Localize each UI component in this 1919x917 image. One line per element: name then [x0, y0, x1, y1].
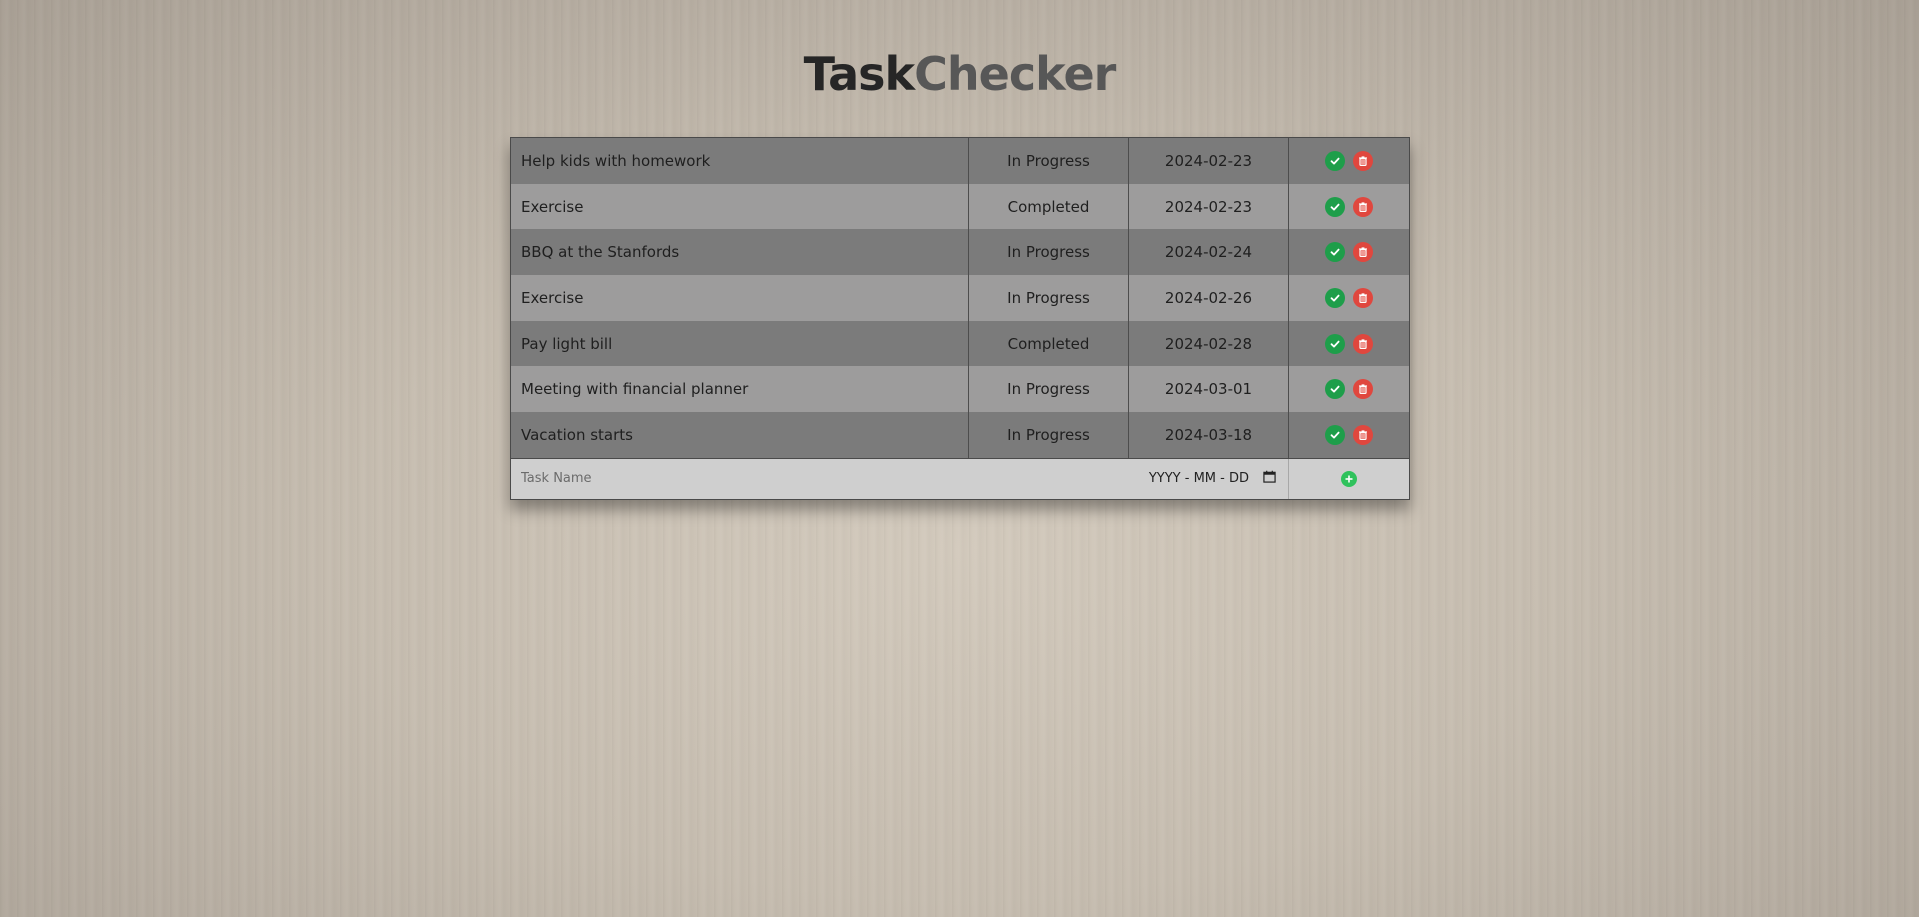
complete-task-button[interactable]: [1325, 196, 1345, 217]
task-actions: [1289, 412, 1409, 458]
task-name: Pay light bill: [511, 320, 969, 367]
delete-task-button[interactable]: [1353, 150, 1373, 171]
task-status: Completed: [969, 183, 1129, 230]
check-circle-icon: [1330, 157, 1340, 165]
task-date: 2024-02-28: [1129, 320, 1289, 367]
complete-task-button[interactable]: [1325, 333, 1345, 354]
task-row: Exercise Completed 2024-02-23: [511, 183, 1409, 230]
complete-task-button[interactable]: [1325, 424, 1345, 445]
task-date: 2024-03-18: [1129, 412, 1289, 458]
task-actions: [1289, 321, 1409, 367]
task-name: Exercise: [511, 275, 969, 321]
complete-task-button[interactable]: [1325, 379, 1345, 400]
trash-icon: [1359, 384, 1367, 395]
task-date: 2024-02-23: [1129, 138, 1289, 184]
task-actions: [1289, 229, 1409, 275]
task-status: In Progress: [969, 138, 1129, 184]
task-name: Exercise: [511, 183, 969, 230]
delete-task-button[interactable]: [1353, 287, 1373, 308]
delete-task-button[interactable]: [1353, 424, 1373, 445]
task-date: 2024-03-01: [1129, 366, 1289, 413]
task-name: Vacation starts: [511, 412, 969, 458]
delete-task-button[interactable]: [1353, 379, 1373, 400]
task-table: Help kids with homework In Progress 2024…: [510, 137, 1410, 500]
task-status: In Progress: [969, 275, 1129, 321]
task-rows: Help kids with homework In Progress 2024…: [511, 138, 1409, 458]
delete-task-button[interactable]: [1353, 242, 1373, 263]
check-circle-icon: [1330, 431, 1340, 439]
complete-task-button[interactable]: [1325, 242, 1345, 263]
app-title-part1: Task: [803, 47, 915, 101]
trash-icon: [1359, 293, 1367, 303]
task-status: In Progress: [969, 412, 1129, 458]
check-circle-icon: [1330, 203, 1340, 211]
task-date: 2024-02-26: [1129, 275, 1289, 321]
task-actions: [1289, 275, 1409, 321]
trash-icon: [1359, 247, 1367, 258]
task-name: Meeting with financial planner: [511, 366, 969, 413]
check-circle-icon: [1330, 385, 1340, 393]
task-name-input[interactable]: [511, 458, 1129, 499]
task-status: In Progress: [969, 229, 1129, 276]
task-actions: [1289, 366, 1409, 412]
task-row: Vacation starts In Progress 2024-03-18: [511, 412, 1409, 458]
task-name: Help kids with homework: [511, 138, 969, 184]
delete-task-button[interactable]: [1353, 196, 1373, 217]
delete-task-button[interactable]: [1353, 333, 1373, 354]
task-actions: [1289, 138, 1409, 184]
add-task-cell: [1289, 459, 1409, 499]
task-date: 2024-02-24: [1129, 229, 1289, 276]
trash-icon: [1359, 338, 1367, 349]
trash-icon: [1359, 156, 1367, 166]
calendar-icon[interactable]: [1263, 470, 1276, 487]
complete-task-button[interactable]: [1325, 150, 1345, 171]
app-title-part2: Checker: [914, 47, 1116, 101]
task-row: Meeting with financial planner In Progre…: [511, 366, 1409, 413]
trash-icon: [1359, 430, 1367, 440]
new-task-row: YYYY - MM - DD: [511, 457, 1409, 499]
check-circle-icon: [1330, 340, 1340, 348]
task-row: Pay light bill Completed 2024-02-28: [511, 320, 1409, 367]
complete-task-button[interactable]: [1325, 287, 1345, 308]
task-date-placeholder: YYYY - MM - DD: [1148, 471, 1249, 487]
task-status: Completed: [969, 320, 1129, 367]
check-circle-icon: [1330, 294, 1340, 302]
task-row: Help kids with homework In Progress 2024…: [511, 138, 1409, 184]
check-circle-icon: [1330, 248, 1340, 256]
task-row: Exercise In Progress 2024-02-26: [511, 275, 1409, 321]
task-row: BBQ at the Stanfords In Progress 2024-02…: [511, 229, 1409, 276]
task-name: BBQ at the Stanfords: [511, 229, 969, 276]
add-task-button[interactable]: [1341, 470, 1357, 487]
plus-circle-icon: [1345, 475, 1353, 483]
task-actions: [1289, 184, 1409, 230]
trash-icon: [1359, 201, 1367, 212]
task-date: 2024-02-23: [1129, 183, 1289, 230]
task-date-input[interactable]: YYYY - MM - DD: [1129, 458, 1289, 499]
app-title: TaskChecker: [0, 44, 1919, 104]
task-status: In Progress: [969, 366, 1129, 413]
